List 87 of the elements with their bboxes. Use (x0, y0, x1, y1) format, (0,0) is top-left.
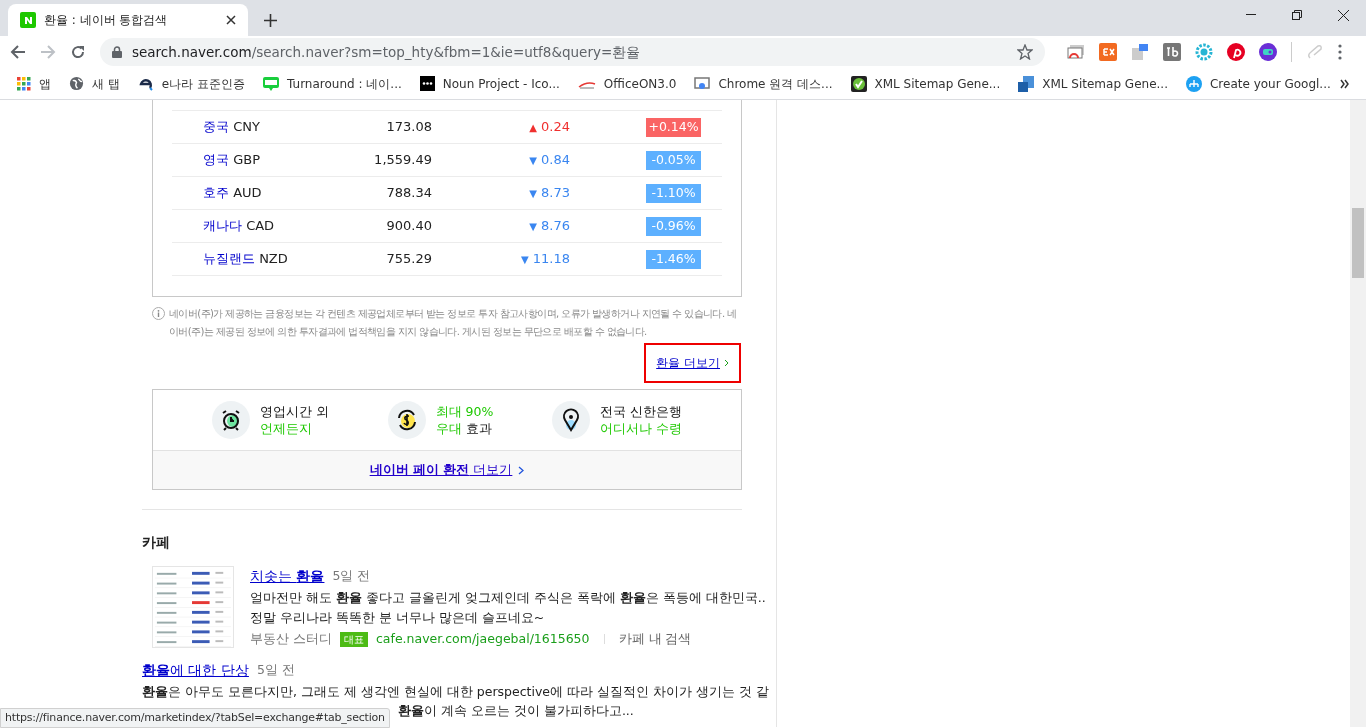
result-title-link[interactable]: 치솟는 환율 (250, 565, 325, 587)
currency-name[interactable]: 영국 GBP (172, 150, 312, 170)
rate-change: ▲ 0.24 (528, 118, 570, 137)
lock-icon (112, 46, 122, 58)
feature-text: 영업시간 외 언제든지 (260, 403, 330, 437)
globe-icon (69, 76, 84, 91)
change-percent-badge: -0.05% (646, 150, 701, 170)
status-bar-url: https://finance.naver.com/marketindex/?tabSel=exchange#tab_section (0, 708, 390, 728)
url-text: search.naver.com/search.naver?sm=top_hty&fbm=1&ie=utf8&query=환율 (132, 42, 642, 62)
bookmark-item[interactable]: XML Sitemap Gene... (848, 74, 1003, 93)
back-icon[interactable] (10, 44, 26, 60)
cafe-name[interactable]: 부동산 스터디 (250, 630, 332, 649)
disclaimer-text: 네이버(주)가 제공하는 금융정보는 각 컨텐츠 제공업체로부터 받는 정보로 투자 참고사항이며, 오류가 발생하거나 지연될 수 있습니다. 네이버(주)는 제공된 정보에 의한 투자결과에 법적책임을 지지 않습니다. 게시된 정보는 무단으로 배포할 수 없습니다. (169, 307, 738, 339)
cafe-search-link[interactable]: 카페 내 검색 (618, 630, 692, 649)
rate-value: 900.40 (385, 217, 432, 236)
bookmark-item[interactable]: 새 탭 (67, 74, 122, 93)
sitemap-tree-icon (1185, 75, 1202, 92)
change-percent-badge: -0.96% (646, 216, 701, 236)
check-logo-icon (850, 75, 867, 92)
naver-logo-icon (20, 12, 36, 28)
rate-change: ▼ 0.84 (528, 151, 570, 170)
scrollbar-thumb[interactable] (1352, 208, 1364, 278)
result-snippet: 환율이 계속 오르는 것이 불가피하다고... (398, 701, 634, 720)
currency-name[interactable]: 캐나다 CAD (172, 216, 312, 236)
currency-name[interactable]: 중국 CNY (172, 117, 312, 137)
blog-logo-icon (263, 76, 280, 91)
currency-name[interactable]: 뉴질랜드 NZD (172, 249, 312, 269)
currency-name[interactable]: 호주 AUD (172, 183, 312, 203)
record-extension-icon[interactable] (1259, 43, 1277, 61)
announcement-extension-icon[interactable] (1131, 43, 1149, 61)
bookmark-item[interactable]: Turnaround : 네이... (261, 74, 404, 93)
result-snippet: 얼마전만 해도 환율 좋다고 글올린게 엊그제인데 주식은 폭락에 환율은 폭등에 대한민국.. 정말 우리나라 똑똑한 분 너무나 많은데 슬프네요~ (250, 589, 766, 627)
tab-title: 환율 : 네이버 통합검색 (44, 12, 169, 29)
feature-text: 전국 신한은행 어디서나 수령 (599, 403, 682, 437)
bookmark-star-icon[interactable] (1017, 44, 1033, 60)
close-icon[interactable] (226, 15, 236, 25)
bookmark-item[interactable]: Noun Project - Ico... (417, 74, 562, 93)
reload-icon[interactable] (70, 44, 86, 60)
result-title-link[interactable]: 환율에 대한 단상 (142, 660, 249, 682)
cast-window-icon[interactable] (1067, 44, 1085, 60)
new-tab-icon[interactable] (264, 14, 277, 27)
rate-value: 1,559.49 (373, 151, 432, 170)
bookmark-item[interactable]: Chrome 원격 데스... (692, 74, 835, 93)
representative-badge: 대표 (340, 631, 368, 647)
bookmark-item[interactable]: Create your Googl... (1183, 74, 1333, 93)
tb-extension-icon[interactable] (1163, 43, 1181, 61)
more-rates-link[interactable]: 환율 더보기 (644, 343, 741, 383)
more-bookmarks-icon[interactable] (1340, 78, 1350, 89)
change-percent-badge: +0.14% (646, 117, 701, 137)
close-icon[interactable] (1337, 9, 1349, 21)
info-icon (152, 307, 165, 320)
rate-value: 788.34 (385, 184, 432, 203)
scrollbar[interactable] (1350, 100, 1366, 727)
chevron-right-icon (724, 359, 729, 367)
restore-icon[interactable] (1292, 10, 1302, 20)
location-pin-icon (551, 401, 590, 439)
result-date: 5일 전 (256, 661, 295, 680)
browser-tab[interactable]: 환율 : 네이버 통합검색 (8, 4, 248, 36)
change-percent-badge: -1.10% (646, 183, 701, 203)
change-percent-badge: -1.46% (646, 249, 701, 269)
address-bar[interactable]: search.naver.com/search.naver?sm=top_hty&fbm=1&ie=utf8&query=환율 (100, 38, 1045, 66)
rate-change: ▼ 8.73 (528, 184, 570, 203)
menu-icon[interactable] (1338, 44, 1342, 60)
remote-desktop-icon (694, 76, 711, 91)
ex-extension-icon[interactable] (1099, 43, 1117, 61)
alarm-clock-icon (212, 401, 251, 439)
bookmark-item[interactable]: e나라 표준인증 (135, 74, 248, 93)
dots-logo-icon (419, 76, 435, 91)
bookmark-item[interactable]: 앱 (15, 74, 53, 93)
result-snippet: 환율은 아무도 모른다지만, 그래도 제 생각엔 현실에 대한 perspective에 따라 실질적인 차이가 생기는 것 같 (142, 682, 769, 701)
rate-change: ▼ 11.18 (519, 250, 570, 269)
rate-value: 173.08 (385, 118, 432, 137)
bookmark-item[interactable]: XML Sitemap Gene... (1016, 74, 1170, 93)
result-date: 5일 전 (332, 566, 371, 585)
minimize-icon[interactable] (1246, 14, 1256, 16)
chevron-right-icon (518, 465, 525, 475)
feature-text: 최대 90% 우대 효과 (435, 403, 494, 437)
rate-value: 755.29 (385, 250, 432, 269)
apps-grid-icon (17, 76, 31, 91)
rate-change: ▼ 8.76 (528, 217, 570, 236)
pin-logo-icon[interactable] (1227, 43, 1245, 61)
section-heading: 카페 (142, 533, 171, 552)
bookmark-item[interactable]: OfficeON3.0 (575, 74, 679, 93)
cafe-url-link[interactable]: cafe.naver.com/jaegebal/1615650 (376, 630, 590, 649)
pay-exchange-link[interactable]: 네이버 페이 환전 더보기 (369, 460, 525, 480)
dollar-exchange-icon (387, 401, 426, 439)
sitemap-logo-icon (1018, 75, 1035, 92)
